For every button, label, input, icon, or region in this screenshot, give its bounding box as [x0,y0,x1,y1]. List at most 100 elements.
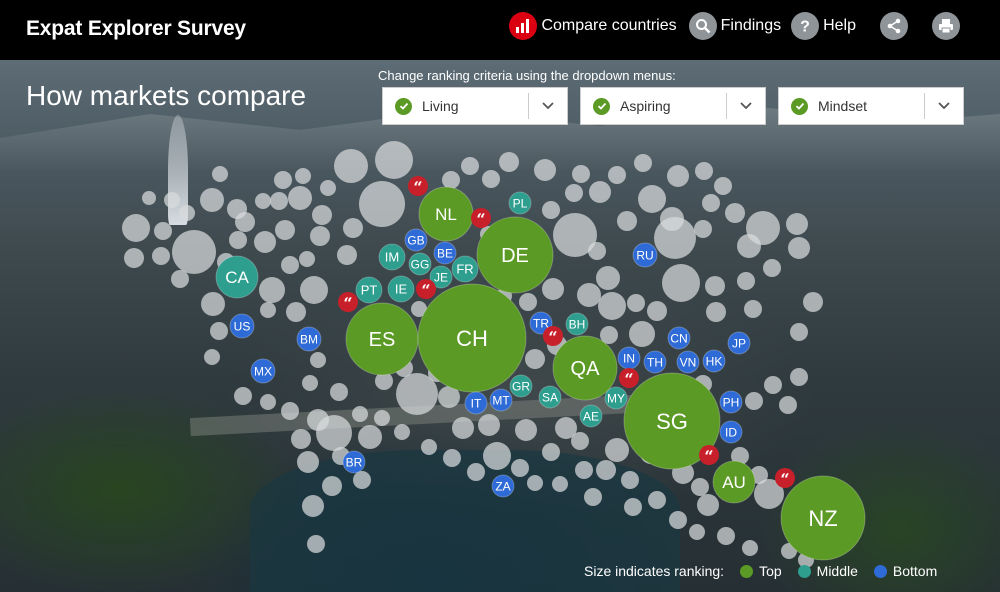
country-bubble-pt[interactable]: PT [355,276,383,304]
country-bubble-us[interactable]: US [229,313,255,339]
legend-dot-top [740,564,754,578]
country-bubble-ph[interactable]: PH [719,390,743,414]
inactive-bubble [667,165,689,187]
inactive-bubble [598,292,626,320]
quote-marker[interactable]: “ [408,176,428,197]
country-bubble-ch[interactable]: CH [417,283,527,393]
country-bubble-jp[interactable]: JP [727,331,751,355]
country-bubble-mt[interactable]: MT [489,388,513,412]
legend: Size indicates ranking: Top Middle Botto… [584,563,937,579]
country-code-label: NZ [808,506,837,531]
country-bubble-nz[interactable]: NZ [780,475,866,561]
inactive-bubble [255,193,271,209]
inactive-bubble [394,424,410,440]
country-code-label: MT [492,393,510,407]
inactive-bubble [122,214,150,242]
inactive-bubble [179,205,195,221]
quote-marker[interactable]: “ [619,368,639,389]
country-bubble-vn[interactable]: VN [676,350,700,374]
country-bubble-bh[interactable]: BH [565,312,589,336]
inactive-bubble [297,451,319,473]
country-code-label: IM [385,250,399,265]
country-bubble-pl[interactable]: PL [508,191,532,215]
country-bubble-map: NL DE ES CH QA SG AU NZ CA IM GG JE FR PT IE PL BH GR SA AE… [122,141,866,568]
country-code-label: BR [346,455,363,469]
country-bubble-cn[interactable]: CN [667,326,691,350]
country-code-label: ZA [495,479,510,493]
country-bubble-gb[interactable]: GB [404,228,428,252]
country-bubble-br[interactable]: BR [342,450,366,474]
country-bubble-be[interactable]: BE [433,241,457,265]
country-bubble-es[interactable]: ES [345,302,419,376]
country-bubble-gr[interactable]: GR [509,374,533,398]
inactive-bubble [275,220,295,240]
country-bubble-th[interactable]: TH [643,350,667,374]
country-bubble-nl[interactable]: NL [418,186,474,242]
country-bubble-it[interactable]: IT [464,391,488,415]
inactive-bubble [171,270,189,288]
country-bubble-hk[interactable]: HK [702,349,726,373]
country-code-label: PT [361,283,378,298]
legend-top-label: Top [759,563,782,579]
country-code-label: PL [513,196,528,210]
inactive-bubble [647,301,667,321]
inactive-bubble [714,177,732,195]
inactive-bubble [353,471,371,489]
inactive-bubble [260,302,276,318]
country-bubble-my[interactable]: MY [604,386,628,410]
country-code-label: BH [569,317,586,331]
country-bubble-de[interactable]: DE [476,216,554,294]
country-code-label: SA [542,390,558,404]
inactive-bubble [142,191,156,205]
country-bubble-mx[interactable]: MX [250,358,276,384]
inactive-bubble [553,213,597,257]
country-bubble-au[interactable]: AU [712,460,756,504]
country-bubble-za[interactable]: ZA [491,474,515,498]
inactive-bubble [596,266,620,290]
quote-glyph: “ [704,447,713,466]
inactive-bubble [152,247,170,265]
quote-glyph: “ [624,370,633,389]
inactive-bubble [706,302,726,322]
inactive-bubble [702,194,720,212]
inactive-bubble [745,392,763,410]
country-bubble-ae[interactable]: AE [579,404,603,428]
inactive-bubble [648,491,666,509]
quote-glyph: “ [780,470,789,489]
country-bubble-id[interactable]: ID [719,420,743,444]
inactive-bubble [307,535,325,553]
inactive-bubble [375,141,413,179]
country-bubble-in[interactable]: IN [617,346,641,370]
country-bubble-bm[interactable]: BM [296,326,322,352]
country-bubble-sa[interactable]: SA [538,385,562,409]
inactive-bubble [343,218,363,238]
country-code-label: SG [656,409,688,434]
quote-marker[interactable]: “ [338,292,358,313]
inactive-bubble [302,495,324,517]
inactive-bubble [274,171,292,189]
inactive-bubble [421,439,437,455]
inactive-bubble [689,524,705,540]
country-bubble-im[interactable]: IM [378,243,406,271]
inactive-bubble [627,294,645,312]
country-bubble-ca[interactable]: CA [215,255,259,299]
quote-glyph: “ [343,294,352,313]
country-code-label: CN [670,331,687,345]
quote-marker[interactable]: “ [416,279,436,300]
inactive-bubble [790,368,808,386]
quote-marker[interactable]: “ [699,445,719,466]
inactive-bubble [744,300,762,318]
inactive-bubble [124,248,144,268]
country-code-label: MX [254,364,272,378]
inactive-bubble [302,375,318,391]
inactive-bubble [624,498,642,516]
country-bubble-fr[interactable]: FR [451,255,479,283]
quote-marker[interactable]: “ [471,208,491,229]
country-code-label: IE [395,282,408,297]
country-bubble-ru[interactable]: RU [632,242,658,268]
inactive-bubble [662,264,700,302]
country-bubble-ie[interactable]: IE [387,275,415,303]
country-code-label: HK [706,354,723,368]
inactive-bubble [286,302,306,322]
country-bubble-gg[interactable]: GG [408,252,432,276]
